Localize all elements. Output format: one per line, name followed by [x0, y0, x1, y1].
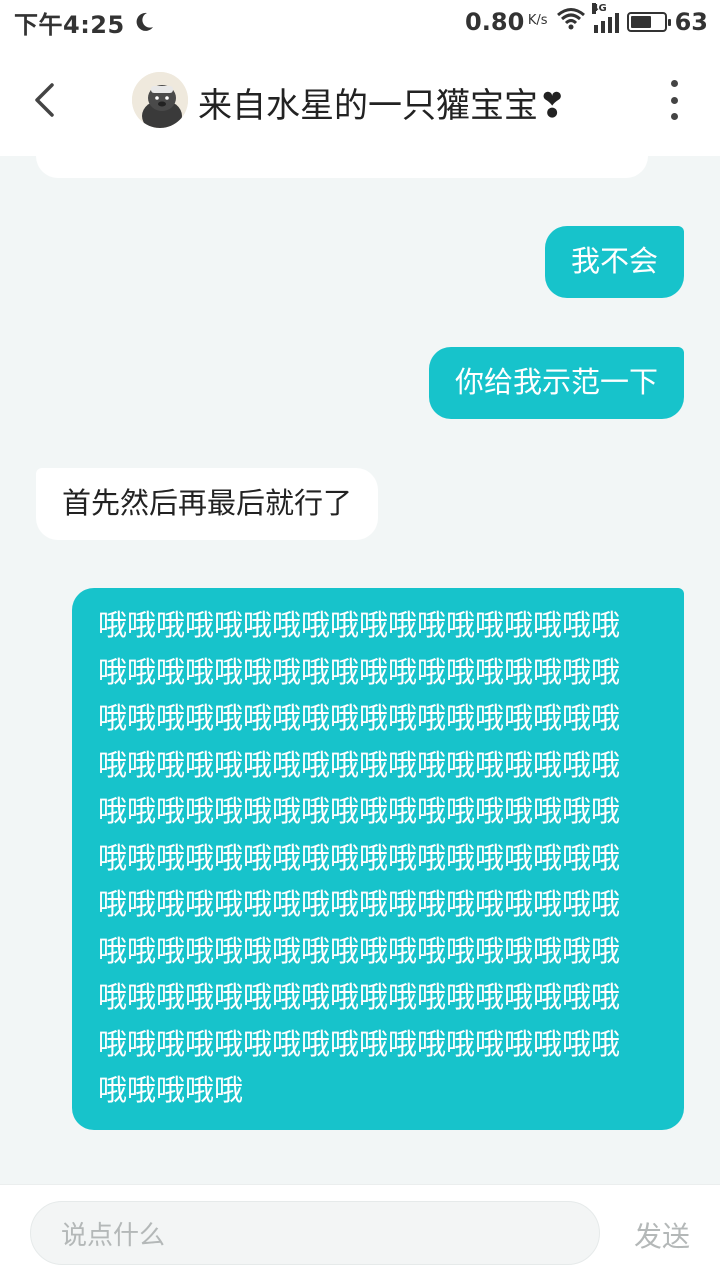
- more-vertical-icon: [670, 80, 678, 87]
- back-button[interactable]: [26, 80, 62, 120]
- message-bubble-outgoing[interactable]: 哦哦哦哦哦哦哦哦哦哦哦哦哦哦哦哦哦哦哦哦哦哦哦哦哦哦哦哦哦哦哦哦哦哦哦哦哦哦哦哦…: [72, 588, 684, 1130]
- message-bubble-outgoing[interactable]: 我不会: [544, 226, 684, 298]
- signal-icon: 4G: [591, 3, 619, 33]
- status-right: 0.80 K/s 4G 63: [465, 3, 708, 37]
- message-bubble-incoming-partial: [36, 156, 648, 178]
- input-bar: 说点什么 发送: [0, 1184, 720, 1280]
- status-time: 下午4:25: [14, 10, 125, 39]
- chat-header: 来自水星的一只獾宝宝❣: [0, 44, 720, 156]
- chat-title: 来自水星的一只獾宝宝❣: [198, 86, 567, 126]
- message-bubble-outgoing[interactable]: 你给我示范一下: [428, 347, 684, 419]
- status-left: 下午4:25: [14, 5, 155, 40]
- battery-fill: [630, 16, 651, 28]
- net-speed: 0.80: [465, 8, 525, 36]
- message-list[interactable]: 我不会 你给我示范一下 首先然后再最后就行了 哦哦哦哦哦哦哦哦哦哦哦哦哦哦哦哦哦…: [0, 156, 720, 1184]
- more-options-button[interactable]: [664, 80, 684, 120]
- net-speed-unit: K/s: [527, 13, 548, 28]
- send-button[interactable]: 发送: [634, 1215, 690, 1255]
- status-bar: 下午4:25 0.80 K/s 4G 63: [0, 0, 720, 44]
- message-bubble-incoming[interactable]: 首先然后再最后就行了: [36, 468, 379, 540]
- network-type: 4G: [591, 3, 607, 14]
- chevron-left-icon: [35, 83, 54, 117]
- avatar[interactable]: [132, 72, 188, 128]
- battery-level: 63: [674, 8, 708, 36]
- wifi-icon: [556, 7, 586, 37]
- moon-icon: [133, 11, 155, 33]
- message-input[interactable]: 说点什么: [30, 1201, 600, 1265]
- battery-icon: [626, 12, 671, 32]
- net-speed-group: 0.80 K/s: [465, 8, 548, 36]
- message-input-placeholder: 说点什么: [61, 1220, 166, 1251]
